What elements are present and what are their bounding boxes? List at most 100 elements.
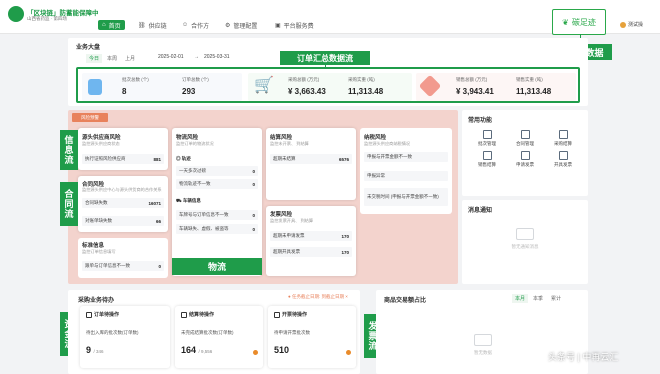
user-name: 测试操 bbox=[628, 22, 644, 28]
card-title: 发票风险 bbox=[270, 212, 293, 218]
risk-row[interactable]: 超期未结算 6576 bbox=[270, 154, 352, 164]
tax-risk-card: 纳税风险 监控源头供应商纳税情况 申报与开票金额不一致 申报异常 未交税时间 (… bbox=[360, 128, 452, 214]
risk-row[interactable]: 执行证照风险供应商 881 bbox=[82, 154, 164, 164]
function-contract[interactable]: 合同管理 bbox=[508, 130, 542, 147]
risk-row[interactable]: 合同缺失数 16071 bbox=[82, 198, 164, 208]
logo bbox=[8, 6, 24, 22]
nav-settings-label: 管理配置 bbox=[233, 23, 258, 30]
stat-card-batch: 批次总数 (个) 8 订单总数 (个) 293 bbox=[82, 73, 242, 101]
card-subtitle: 监控源头供应商状态 bbox=[82, 141, 120, 146]
risk-row[interactable]: 超期未申请发票 170 bbox=[270, 231, 352, 241]
tab-week[interactable]: 本周 bbox=[104, 54, 120, 63]
risk-row[interactable]: 申报异常 bbox=[364, 171, 448, 181]
risk-row[interactable]: 一天多次过磅 0 bbox=[176, 166, 258, 176]
source-supplier-risk-card: 源头供应商风险 监控源头供应商状态 执行证照风险供应商 881 bbox=[78, 128, 168, 170]
deadline-notice[interactable]: ● 任务截止日期: 到截止日期 × bbox=[288, 294, 348, 300]
function-invoice-issue[interactable]: 开具发票 bbox=[546, 151, 580, 168]
carbon-footprint-label: 碳足迹 bbox=[571, 17, 596, 27]
date-separator: → bbox=[194, 54, 199, 60]
tab-last-month[interactable]: 上月 bbox=[122, 54, 138, 63]
settlement-icon bbox=[181, 311, 187, 318]
date-to[interactable]: 2025-03-31 bbox=[204, 54, 230, 62]
card-title: 纳税风险 bbox=[364, 135, 387, 141]
nav-settings[interactable]: ⚙ 管理配置 bbox=[225, 20, 257, 30]
invoice-issue-icon bbox=[558, 151, 568, 160]
invoice-apply-icon bbox=[520, 151, 530, 160]
card-title: 源头供应商风险 bbox=[82, 135, 121, 141]
contract-flow-label: 合同流 bbox=[60, 182, 78, 226]
date-from[interactable]: 2025-02-01 bbox=[158, 54, 184, 62]
stat-value: ¥ 3,663.43 bbox=[288, 87, 326, 96]
nav-service-fee-label: 平台服务费 bbox=[283, 23, 314, 30]
nav-supply-chain-label: 供应链 bbox=[148, 23, 167, 30]
invoice-icon bbox=[274, 311, 280, 318]
user-menu[interactable]: 测试操 bbox=[620, 21, 643, 28]
invoice-risk-card: 发票风险 监控发票开具、 到结算 超期未申请发票 170 超期开具发票 170 bbox=[266, 206, 356, 276]
purchase-icon bbox=[558, 130, 568, 139]
settings-icon: ⚙ bbox=[225, 22, 231, 29]
todo-card-invoice[interactable]: 开票待操作 待申请开票批次数 510 bbox=[268, 306, 356, 368]
logistics-flow-label: 物流 bbox=[172, 258, 262, 275]
risk-warning-button[interactable]: 风险预警 bbox=[72, 113, 108, 122]
todo-card-title: 订单待操作 bbox=[86, 311, 119, 318]
home-icon: ⌂ bbox=[102, 22, 106, 28]
todo-title: 采购业务待办 bbox=[78, 298, 115, 304]
function-sales[interactable]: 销售结算 bbox=[470, 151, 504, 168]
leaf-icon: ❦ bbox=[562, 17, 569, 27]
tab-cumulative[interactable]: 累计 bbox=[548, 294, 564, 303]
tab-today[interactable]: 今日 bbox=[86, 54, 103, 63]
card-subtitle: 监控订单信息填写 bbox=[82, 249, 116, 254]
risk-row[interactable]: 申报与开票金额不一致 bbox=[364, 152, 448, 162]
batch-icon bbox=[482, 130, 492, 139]
tab-quarter[interactable]: 本季 bbox=[530, 294, 546, 303]
goods-empty: 暂无数据 bbox=[474, 350, 492, 355]
carbon-footprint-button[interactable]: ❦ 碳足迹 bbox=[552, 9, 606, 35]
message-panel: 消息通知 暂无通知消息 bbox=[462, 200, 588, 284]
todo-card-title: 结算待操作 bbox=[181, 311, 214, 318]
risk-row[interactable]: 车牌号与订单信息不一致 0 bbox=[176, 210, 258, 220]
card-title: 标准信息 bbox=[82, 243, 105, 249]
card-subtitle: 监控发票开具、 到结算 bbox=[270, 218, 314, 223]
card-title: 物流风险 bbox=[176, 135, 199, 141]
settlement-risk-card: 结算风险 监控未开票、 到结算 超期未结算 6576 bbox=[266, 128, 356, 200]
risk-row[interactable]: 跟单与订单信息不一致 0 bbox=[82, 261, 164, 271]
nav-service-fee[interactable]: ▣ 平台服务费 bbox=[275, 20, 314, 30]
stat-value: 11,313.48 bbox=[348, 87, 384, 96]
risk-row[interactable]: 超期开具发票 170 bbox=[270, 247, 352, 257]
sales-icon bbox=[418, 74, 442, 98]
risk-row[interactable]: 车辆缺失、虚假、被盗等 0 bbox=[176, 224, 258, 234]
function-grid: 批次管理 合同管理 采购结算 销售结算 申请发票 开具发票 bbox=[470, 130, 580, 168]
card-subtitle: 监控订单的物流状况 bbox=[176, 141, 214, 146]
message-title: 消息通知 bbox=[468, 208, 493, 214]
nav-supply-chain[interactable]: ⛓ 供应链 bbox=[138, 20, 167, 30]
risk-row[interactable]: 未交税时间 (申报与开票金额不一致) bbox=[364, 188, 448, 206]
todo-card-desc: 待申请开票批次数 bbox=[274, 330, 310, 335]
risk-row[interactable]: 对账单缺失数 66 bbox=[82, 216, 164, 226]
contract-icon bbox=[520, 130, 530, 139]
info-flow-label: 信息流 bbox=[60, 130, 78, 170]
order-icon bbox=[86, 311, 92, 318]
message-empty: 暂无通知消息 bbox=[511, 244, 539, 249]
card-title: 结算风险 bbox=[270, 135, 293, 141]
todo-card-title: 开票待操作 bbox=[274, 311, 307, 318]
stat-value: 8 bbox=[122, 87, 127, 96]
cart-icon: 🛒 bbox=[254, 77, 274, 94]
avatar bbox=[620, 21, 626, 28]
brand-subtitle: 山西省药监 · 第四场 bbox=[27, 16, 67, 21]
nav-partners-label: 合作方 bbox=[191, 23, 210, 30]
todo-card-desc: 待出入库的批次数(订单数) bbox=[86, 330, 139, 335]
period-tabs: 今日 本周 上月 bbox=[86, 54, 138, 63]
nav-partners[interactable]: ☺ 合作方 bbox=[182, 20, 209, 30]
stat-card-purchase: 🛒 采购总额 (万元) ¥ 3,663.43 采购实重 (吨) 11,313.4… bbox=[248, 73, 412, 101]
function-invoice-apply[interactable]: 申请发票 bbox=[508, 151, 542, 168]
tab-month[interactable]: 本月 bbox=[512, 294, 529, 303]
stat-label: 批次总数 (个) bbox=[122, 77, 149, 82]
risk-row[interactable]: 物流轨迹不一致 0 bbox=[176, 179, 258, 189]
todo-card-settlement[interactable]: 结算待操作 未完成结算批次数(订单数) 164 / 9,556 bbox=[175, 306, 263, 368]
function-purchase[interactable]: 采购结算 bbox=[546, 130, 580, 147]
standard-info-card: 标准信息 监控订单信息填写 跟单与订单信息不一致 0 bbox=[78, 238, 168, 278]
nav-home[interactable]: ⌂ 首页 bbox=[98, 20, 125, 30]
function-batch[interactable]: 批次管理 bbox=[470, 130, 504, 147]
todo-card-order[interactable]: 订单待操作 待出入库的批次数(订单数) 9 / 346 bbox=[80, 306, 170, 368]
sales-icon bbox=[482, 151, 492, 160]
